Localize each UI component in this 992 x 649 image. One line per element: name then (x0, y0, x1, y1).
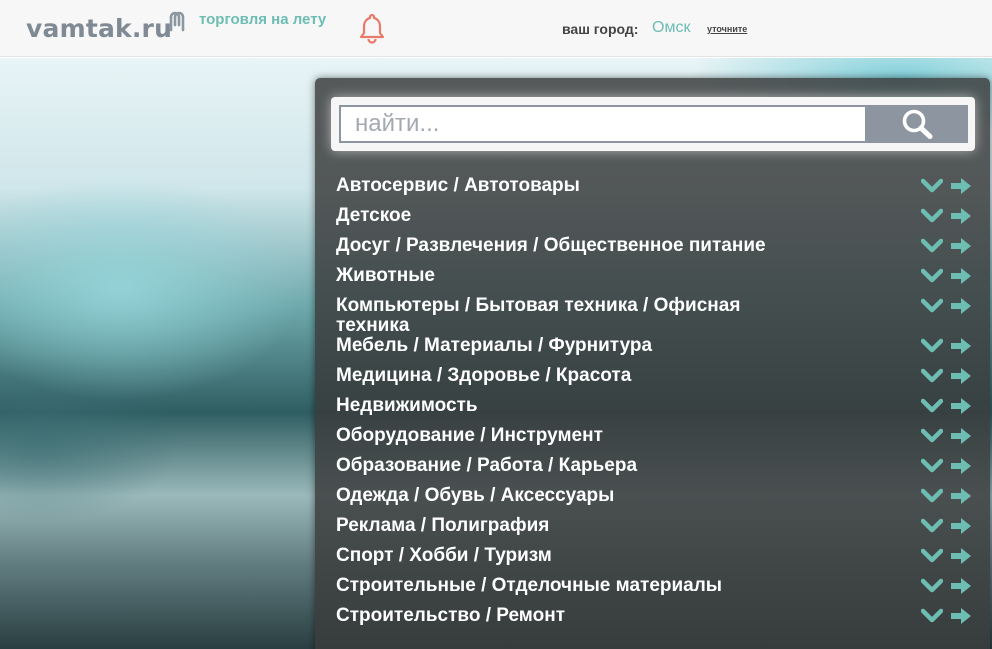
chevron-down-icon[interactable] (921, 488, 943, 504)
chevron-down-icon[interactable] (921, 238, 943, 254)
header: vamtak.ru торговля на лету ваш город: Ом… (0, 0, 992, 57)
site-logo[interactable]: vamtak.ru (26, 14, 172, 43)
link-icon (169, 11, 185, 32)
category-label[interactable]: Спорт / Хобби / Туризм (336, 546, 776, 566)
category-label[interactable]: Компьютеры / Бытовая техника / Офисная т… (336, 296, 776, 336)
chevron-down-icon[interactable] (921, 428, 943, 444)
category-item[interactable]: Животные (336, 266, 976, 296)
search-bar (331, 97, 975, 151)
category-item[interactable]: Мебель / Материалы / Фурнитура (336, 336, 976, 366)
arrow-right-icon[interactable] (950, 297, 972, 315)
arrow-right-icon[interactable] (950, 337, 972, 355)
arrow-right-icon[interactable] (950, 607, 972, 625)
chevron-down-icon[interactable] (921, 578, 943, 594)
chevron-down-icon[interactable] (921, 298, 943, 314)
chevron-down-icon[interactable] (921, 398, 943, 414)
category-label[interactable]: Одежда / Обувь / Аксессуары (336, 486, 776, 506)
search-input[interactable] (339, 105, 867, 143)
chevron-down-icon[interactable] (921, 268, 943, 284)
city-change-link[interactable]: уточните (707, 24, 747, 34)
category-label[interactable]: Досуг / Развлечения / Общественное питан… (336, 236, 776, 256)
category-item[interactable]: Медицина / Здоровье / Красота (336, 366, 976, 396)
tagline: торговля на лету (199, 11, 327, 28)
category-label[interactable]: Строительные / Отделочные материалы (336, 576, 776, 596)
magnifier-icon (902, 109, 933, 139)
category-label[interactable]: Детское (336, 206, 776, 226)
search-button[interactable] (866, 105, 968, 143)
category-item[interactable]: Оборудование / Инструмент (336, 426, 976, 456)
bell-icon[interactable] (357, 12, 387, 44)
category-label[interactable]: Животные (336, 266, 776, 286)
category-label[interactable]: Недвижимость (336, 396, 776, 416)
chevron-down-icon[interactable] (921, 548, 943, 564)
category-item[interactable]: Образование / Работа / Карьера (336, 456, 976, 486)
arrow-right-icon[interactable] (950, 517, 972, 535)
category-item[interactable]: Одежда / Обувь / Аксессуары (336, 486, 976, 516)
catalog-panel: Автосервис / Автотовары Детское Досуг / … (315, 78, 990, 649)
chevron-down-icon[interactable] (921, 518, 943, 534)
category-item[interactable]: Спорт / Хобби / Туризм (336, 546, 976, 576)
category-item[interactable]: Строительные / Отделочные материалы (336, 576, 976, 606)
arrow-right-icon[interactable] (950, 577, 972, 595)
chevron-down-icon[interactable] (921, 338, 943, 354)
category-label[interactable]: Реклама / Полиграфия (336, 516, 776, 536)
category-label[interactable]: Строительство / Ремонт (336, 606, 776, 626)
category-item[interactable]: Строительство / Ремонт (336, 606, 976, 636)
arrow-right-icon[interactable] (950, 207, 972, 225)
arrow-right-icon[interactable] (950, 457, 972, 475)
arrow-right-icon[interactable] (950, 397, 972, 415)
category-label[interactable]: Оборудование / Инструмент (336, 426, 776, 446)
category-label[interactable]: Автосервис / Автотовары (336, 176, 776, 196)
category-item[interactable]: Реклама / Полиграфия (336, 516, 976, 546)
city-link[interactable]: Омск (652, 19, 690, 37)
category-list: Автосервис / Автотовары Детское Досуг / … (336, 176, 976, 636)
category-item[interactable]: Компьютеры / Бытовая техника / Офисная т… (336, 296, 976, 336)
category-item[interactable]: Досуг / Развлечения / Общественное питан… (336, 236, 976, 266)
arrow-right-icon[interactable] (950, 427, 972, 445)
chevron-down-icon[interactable] (921, 608, 943, 624)
category-item[interactable]: Детское (336, 206, 976, 236)
chevron-down-icon[interactable] (921, 368, 943, 384)
chevron-down-icon[interactable] (921, 458, 943, 474)
arrow-right-icon[interactable] (950, 487, 972, 505)
chevron-down-icon[interactable] (921, 178, 943, 194)
category-item[interactable]: Автосервис / Автотовары (336, 176, 976, 206)
chevron-down-icon[interactable] (921, 208, 943, 224)
city-label: ваш город: (562, 21, 639, 37)
arrow-right-icon[interactable] (950, 267, 972, 285)
category-item[interactable]: Недвижимость (336, 396, 976, 426)
category-label[interactable]: Медицина / Здоровье / Красота (336, 366, 776, 386)
arrow-right-icon[interactable] (950, 177, 972, 195)
arrow-right-icon[interactable] (950, 237, 972, 255)
category-label[interactable]: Образование / Работа / Карьера (336, 456, 776, 476)
arrow-right-icon[interactable] (950, 367, 972, 385)
arrow-right-icon[interactable] (950, 547, 972, 565)
category-label[interactable]: Мебель / Материалы / Фурнитура (336, 336, 776, 356)
